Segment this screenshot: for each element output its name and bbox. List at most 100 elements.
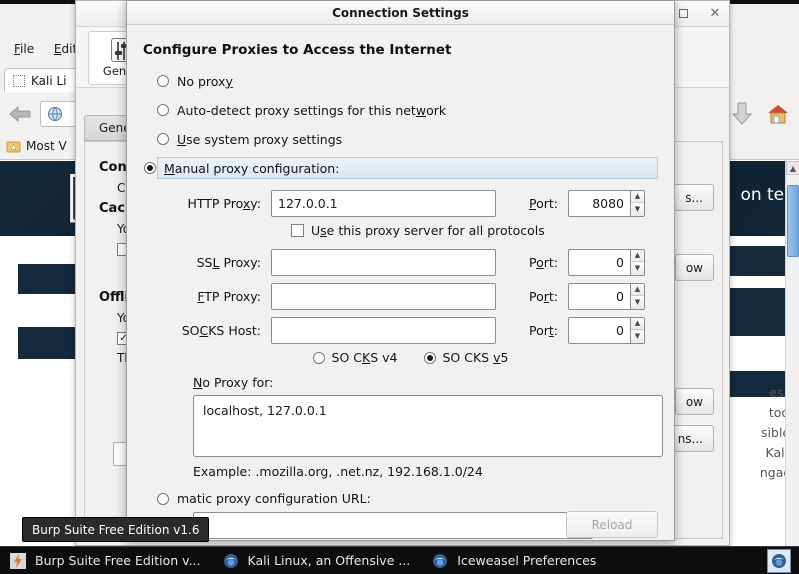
socks-v4-label: SO CKS v4 — [331, 350, 398, 365]
socks-port-spinner[interactable]: 0 ▲ ▼ — [568, 316, 645, 344]
http-proxy-label: HTTP Proxy: — [187, 195, 261, 211]
socks-v4-option[interactable]: SO CKS v4 — [312, 350, 398, 365]
close-icon[interactable]: ✕ — [705, 4, 725, 22]
socks-port-value[interactable]: 0 — [568, 316, 630, 344]
window-controls: ✕ — [673, 4, 725, 22]
radio-no-proxy[interactable] — [157, 75, 169, 87]
http-port-spin-buttons[interactable]: ▲ ▼ — [630, 189, 645, 217]
socks-host-input[interactable] — [271, 316, 496, 344]
http-port-label: Port: — [529, 195, 558, 211]
radio-manual-proxy-label: Manual proxy configuration: — [164, 160, 340, 176]
radio-socks-v4[interactable] — [312, 351, 325, 364]
radio-row-no-proxy[interactable]: No proxy — [157, 70, 660, 92]
ftp-proxy-input[interactable] — [271, 282, 496, 310]
taskbar-item-burp-suite[interactable]: Burp Suite Free Edition v... — [0, 548, 213, 574]
taskbar-item-burp-suite-label: Burp Suite Free Edition v... — [35, 553, 201, 568]
spin-down-icon[interactable]: ▼ — [631, 262, 644, 275]
radio-row-system-proxy[interactable]: Use system proxy settings — [157, 128, 660, 150]
field-row-ftp-proxy: FTP Proxy: Port: 0 ▲ ▼ — [141, 282, 660, 310]
ssl-port-spin-buttons[interactable]: ▲ ▼ — [630, 248, 645, 276]
taskbar-item-iceweasel-preferences-label: Iceweasel Preferences — [457, 553, 597, 568]
radio-auto-detect[interactable] — [157, 104, 169, 116]
spin-up-icon[interactable]: ▲ — [631, 283, 644, 296]
socks-version-row: SO CKS v4 SO CKS v5 — [141, 350, 660, 365]
taskbar: Burp Suite Free Edition v... Kali Linux,… — [0, 546, 799, 574]
maximize-icon[interactable] — [673, 4, 693, 22]
offline-clear-button-label: ow — [685, 394, 703, 409]
radio-auto-detect-label: Auto-detect proxy settings for this netw… — [177, 102, 447, 118]
cache-clear-button[interactable]: ow — [674, 254, 714, 281]
globe-icon — [47, 106, 63, 122]
dialog-content: Configure Proxies to Access the Internet… — [127, 25, 674, 540]
radio-row-auto-detect[interactable]: Auto-detect proxy settings for this netw… — [157, 99, 660, 121]
ssl-port-label: Port: — [528, 254, 558, 270]
auto-config-label: matic proxy configuration URL: — [177, 491, 371, 506]
connection-settings-button-label: s... — [685, 190, 703, 205]
all-protocols-checkbox-row[interactable]: Use this proxy server for all protocols — [291, 223, 660, 238]
menu-file[interactable]: FFileile — [6, 40, 42, 58]
http-proxy-input[interactable]: 127.0.0.1 — [271, 189, 496, 217]
download-arrow-icon[interactable] — [727, 100, 757, 128]
dialog-title: Connection Settings — [332, 5, 469, 20]
burp-suite-icon — [10, 552, 26, 569]
radio-row-manual-proxy[interactable]: Manual proxy configuration: — [144, 157, 658, 179]
iceweasel-tray-icon[interactable] — [767, 548, 791, 573]
http-port-spinner[interactable]: 8080 ▲ ▼ — [568, 189, 645, 217]
ftp-port-value[interactable]: 0 — [568, 282, 630, 310]
radio-manual-proxy[interactable] — [144, 162, 156, 174]
radio-system-proxy-label: Use system proxy settings — [177, 131, 343, 147]
radio-no-proxy-label: No proxy — [177, 73, 233, 89]
socks-port-spin-buttons[interactable]: ▲ ▼ — [630, 316, 645, 344]
ftp-port-spin-buttons[interactable]: ▲ ▼ — [630, 282, 645, 310]
spin-up-icon[interactable]: ▲ — [631, 317, 644, 330]
ftp-port-spinner[interactable]: 0 ▲ ▼ — [568, 282, 645, 310]
socks-v5-label: SO CKS v5 — [442, 350, 509, 365]
spin-down-icon[interactable]: ▼ — [631, 330, 644, 343]
no-proxy-value: localhost, 127.0.0.1 — [203, 403, 327, 418]
page-scrollbar[interactable]: ▲ — [785, 161, 799, 546]
all-protocols-checkbox[interactable] — [291, 224, 304, 237]
spin-down-icon[interactable]: ▼ — [631, 296, 644, 309]
cache-clear-button-label: ow — [685, 260, 703, 275]
screen-root: FFileile Edit Kali Li — [0, 0, 799, 574]
spin-up-icon[interactable]: ▲ — [631, 249, 644, 262]
http-proxy-value: 127.0.0.1 — [278, 195, 338, 211]
field-row-socks-host: SOCKS Host: Port: 0 ▲ ▼ — [141, 316, 660, 344]
all-protocols-label: Use this proxy server for all protocols — [311, 223, 545, 238]
browser-tab-kali[interactable]: Kali Li — [4, 68, 78, 92]
home-icon[interactable] — [763, 100, 793, 128]
ssl-port-spinner[interactable]: 0 ▲ ▼ — [568, 248, 645, 276]
taskbar-item-kali-linux[interactable]: Kali Linux, an Offensive ... — [213, 548, 423, 574]
socks-host-label: SOCKS Host: — [181, 322, 261, 338]
back-arrow-icon[interactable] — [6, 101, 34, 127]
offline-exceptions-button-label: ns... — [677, 431, 703, 446]
radio-system-proxy[interactable] — [157, 133, 169, 145]
iceweasel-icon — [432, 553, 448, 569]
socks-v5-option[interactable]: SO CKS v5 — [423, 350, 509, 365]
ssl-proxy-input[interactable] — [271, 248, 496, 276]
reload-button[interactable]: Reload — [566, 511, 658, 538]
connection-settings-button[interactable]: s... — [674, 184, 714, 211]
dialog-titlebar: Connection Settings — [127, 1, 674, 25]
auto-config-url-input[interactable] — [193, 512, 593, 539]
radio-socks-v5[interactable] — [423, 351, 436, 364]
spin-down-icon[interactable]: ▼ — [631, 203, 644, 216]
auto-config-radio-row[interactable]: matic proxy configuration URL: — [157, 491, 660, 506]
scrollbar-up-arrow-icon[interactable]: ▲ — [786, 161, 799, 175]
taskbar-item-iceweasel-preferences[interactable]: Iceweasel Preferences — [422, 548, 608, 574]
radio-auto-config-url[interactable] — [157, 492, 169, 505]
reload-button-label: Reload — [591, 517, 633, 532]
http-port-value[interactable]: 8080 — [568, 189, 630, 217]
spin-up-icon[interactable]: ▲ — [631, 190, 644, 203]
ssl-port-value[interactable]: 0 — [568, 248, 630, 276]
system-tray — [767, 548, 791, 573]
scrollbar-thumb[interactable] — [787, 185, 799, 257]
ssl-proxy-label: SSL Proxy: — [196, 254, 261, 270]
connection-settings-dialog: Connection Settings Configure Proxies to… — [126, 0, 675, 541]
field-row-http-proxy: HTTP Proxy: 127.0.0.1 Port: 8080 ▲ ▼ — [141, 189, 660, 217]
field-row-ssl-proxy: SSL Proxy: Port: 0 ▲ ▼ — [141, 248, 660, 276]
no-proxy-textarea[interactable]: localhost, 127.0.0.1 — [193, 395, 663, 457]
bookmark-most-visited[interactable]: Most V — [6, 139, 67, 154]
offline-clear-button[interactable]: ow — [674, 388, 714, 415]
taskbar-tooltip: Burp Suite Free Edition v1.6 — [22, 517, 210, 542]
